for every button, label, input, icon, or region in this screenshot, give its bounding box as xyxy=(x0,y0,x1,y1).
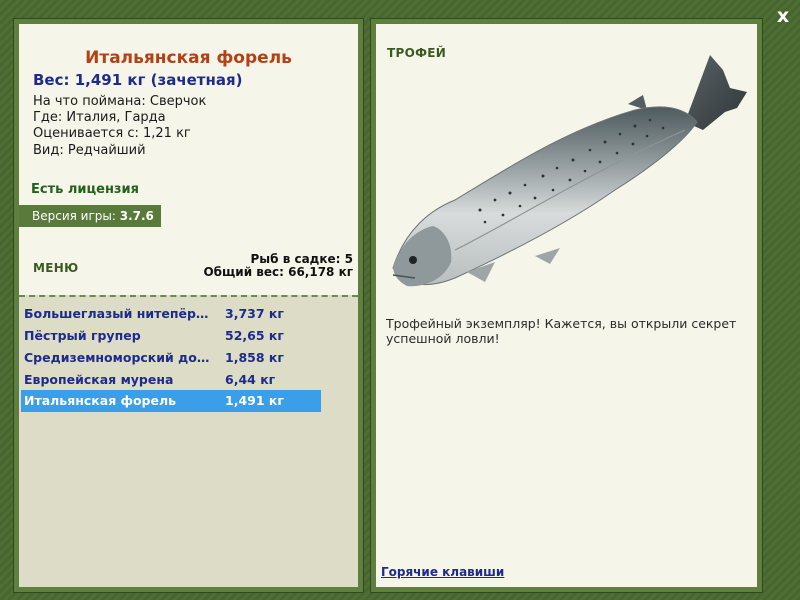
location-info: Где: Италия, Гарда xyxy=(33,110,166,125)
keepnet-total-weight: Общий вес: 66,178 кг xyxy=(203,265,353,279)
trout-illustration xyxy=(392,55,747,287)
license-status: Есть лицензия xyxy=(31,182,139,197)
hotkeys-link[interactable]: Горячие клавиши xyxy=(381,565,504,579)
list-item-name: Итальянская форель xyxy=(24,393,177,408)
list-item[interactable]: Средиземноморский до… 1,858 кг xyxy=(21,347,321,369)
bait-info: На что поймана: Сверчок xyxy=(33,94,207,109)
list-item-weight: 6,44 кг xyxy=(225,372,276,387)
menu-button[interactable]: МЕНЮ xyxy=(33,261,78,275)
list-item-name: Средиземноморский до… xyxy=(24,350,209,365)
list-item-weight: 1,858 кг xyxy=(225,350,284,365)
list-item-weight: 52,65 кг xyxy=(225,328,284,343)
list-item-weight: 3,737 кг xyxy=(225,306,284,321)
rarity-info: Вид: Редчайший xyxy=(33,143,146,158)
fish-title: Итальянская форель xyxy=(85,48,292,68)
version-badge: Версия игры: 3.7.6 xyxy=(19,205,161,227)
list-item-name: Большеглазый нитепёр… xyxy=(24,306,209,321)
list-item-name: Пёстрый групер xyxy=(24,328,141,343)
version-value: 3.7.6 xyxy=(119,209,154,223)
version-label: Версия игры: xyxy=(32,209,116,223)
list-item-name: Европейская мурена xyxy=(24,372,174,387)
trophy-description: Трофейный экземпляр! Кажется, вы открыли… xyxy=(386,316,737,346)
list-item[interactable]: Большеглазый нитепёр… 3,737 кг xyxy=(21,303,321,325)
list-item[interactable]: Европейская мурена 6,44 кг xyxy=(21,369,321,391)
list-item-selected[interactable]: Итальянская форель 1,491 кг xyxy=(21,390,321,412)
close-button[interactable]: x xyxy=(773,6,793,26)
close-icon: x xyxy=(776,5,790,27)
min-weight-info: Оценивается с: 1,21 кг xyxy=(33,126,191,141)
fish-weight: Вес: 1,491 кг (зачетная) xyxy=(33,71,243,89)
list-item[interactable]: Пёстрый групер 52,65 кг xyxy=(21,325,321,347)
keepnet-count: Рыб в садке: 5 xyxy=(250,252,354,266)
list-item-weight: 1,491 кг xyxy=(225,393,284,408)
